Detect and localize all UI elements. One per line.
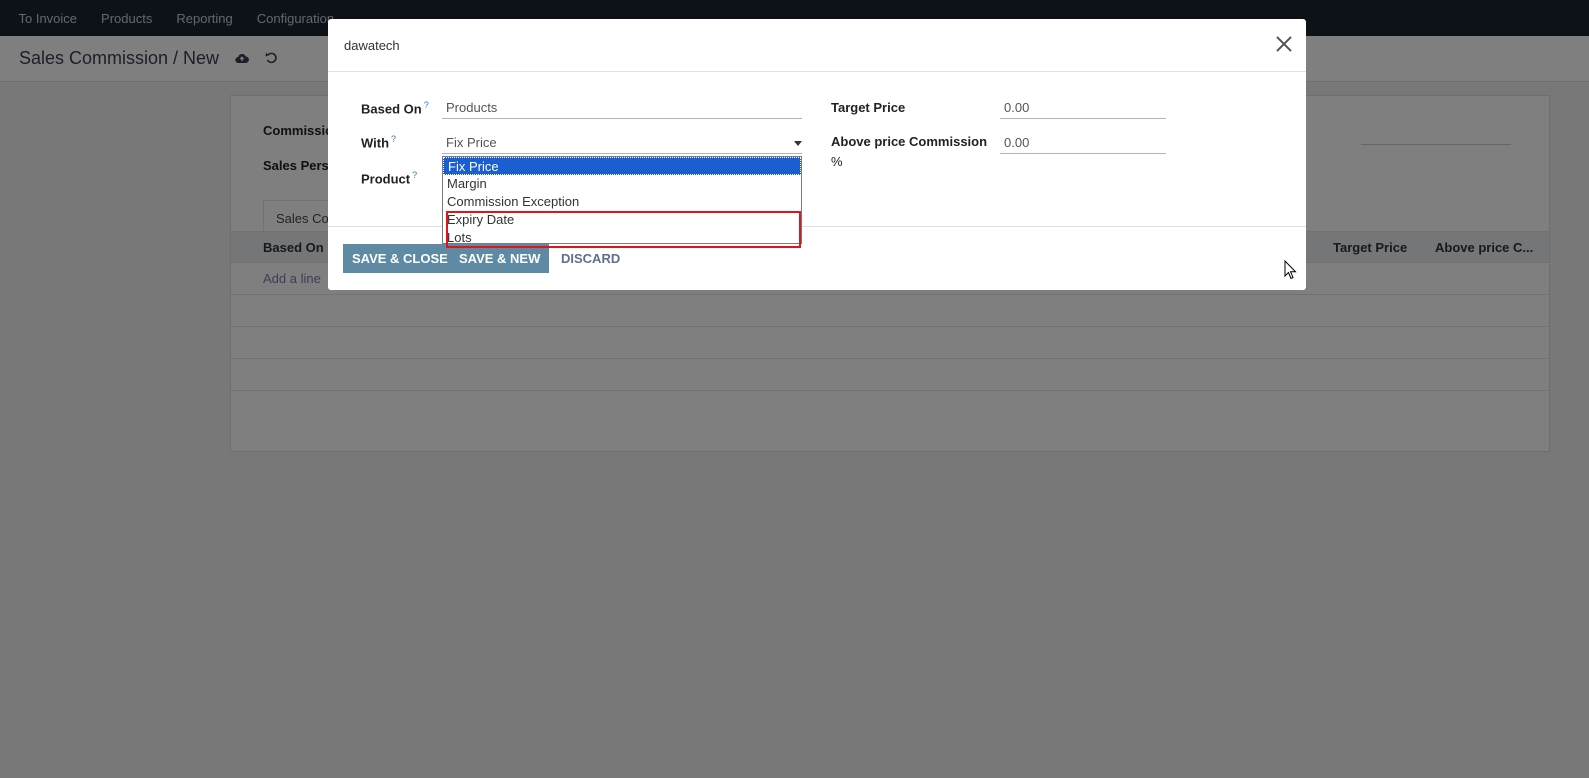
save-close-button[interactable]: SAVE & CLOSE	[343, 244, 457, 273]
product-label: Product?	[361, 170, 417, 186]
with-select-value: Fix Price	[446, 135, 497, 150]
save-new-button[interactable]: SAVE & NEW	[450, 244, 550, 273]
based-on-label: Based On?	[361, 100, 429, 116]
target-price-field[interactable]: 0.00	[1000, 98, 1166, 119]
with-label-text: With	[361, 135, 390, 151]
modal-title: dawatech	[344, 38, 400, 53]
above-price-label-percent: %	[831, 154, 843, 169]
with-label: With?	[361, 134, 396, 150]
highlight-annotation	[446, 211, 801, 248]
help-icon[interactable]: ?	[412, 170, 417, 180]
help-icon[interactable]: ?	[424, 100, 429, 110]
target-price-label: Target Price	[831, 100, 906, 115]
option-commission-exception[interactable]: Commission Exception	[443, 193, 801, 211]
above-price-field[interactable]: 0.00	[1000, 133, 1166, 154]
close-icon[interactable]	[1274, 34, 1294, 54]
commission-line-dialog: dawatech Based On? Products With? Fix Pr…	[328, 19, 1306, 290]
with-select[interactable]: Fix Price	[442, 133, 802, 154]
modal-header: dawatech	[328, 19, 1306, 72]
above-price-label: Above price Commission	[831, 134, 988, 149]
help-icon[interactable]: ?	[391, 134, 396, 144]
based-on-label-text: Based On	[361, 101, 422, 117]
option-margin[interactable]: Margin	[443, 175, 801, 193]
chevron-down-icon[interactable]	[794, 141, 802, 146]
product-label-text: Product	[361, 171, 411, 187]
option-fix-price[interactable]: Fix Price	[443, 157, 801, 175]
discard-button[interactable]: DISCARD	[561, 244, 620, 273]
based-on-field[interactable]: Products	[442, 98, 802, 119]
